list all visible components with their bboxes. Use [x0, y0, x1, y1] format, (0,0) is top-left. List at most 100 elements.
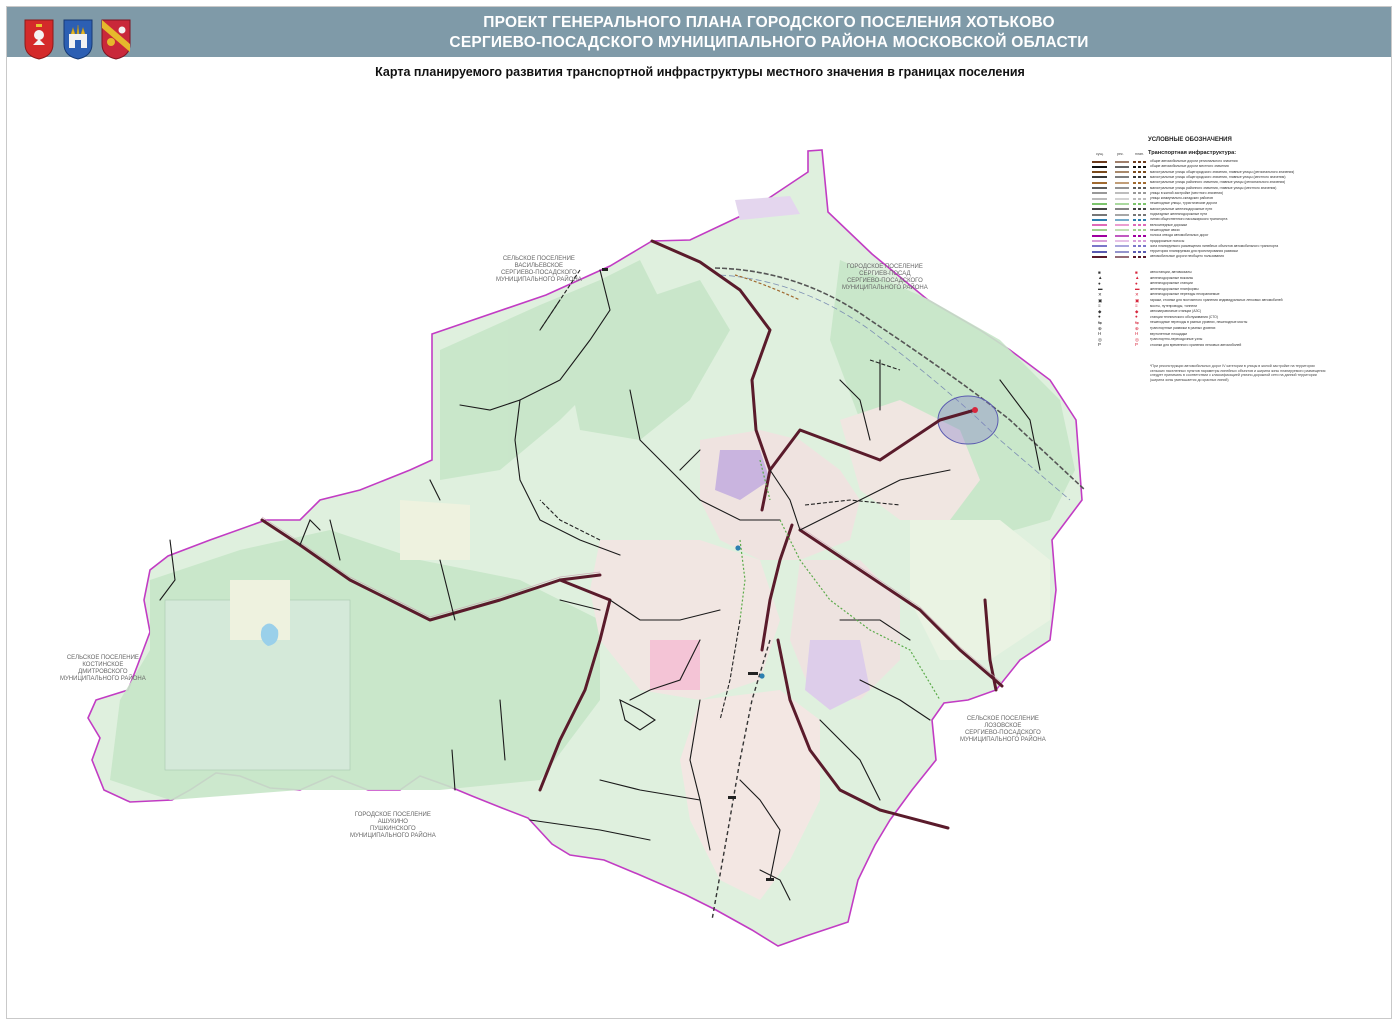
legend-point-icon: ⊕ [1098, 325, 1102, 331]
legend-swatch-existing [1092, 160, 1107, 163]
legend-point-label: железнодорожные переезды неохраняемые [1150, 292, 1220, 297]
legend-swatch-planned [1133, 160, 1147, 163]
legend-swatch-reconstruction [1115, 240, 1129, 242]
legend-point-planned-icon: P [1135, 342, 1139, 348]
legend-point-planned-icon: ⊕ [1135, 325, 1139, 331]
legend-swatch-existing [1092, 171, 1107, 174]
legend-swatch-reconstruction [1115, 171, 1129, 174]
legend-item: магистральные улицы районного значения, … [1092, 180, 1324, 185]
legend-swatch-planned [1133, 245, 1147, 248]
legend-point-icon: ≡ [1098, 303, 1101, 309]
legend-swatch-planned [1133, 165, 1147, 168]
legend-swatch-existing [1092, 229, 1107, 232]
legend-note: *При реконструкции автомобильных дорог I… [1150, 364, 1326, 382]
legend-item: придорожные полосы [1092, 239, 1324, 244]
legend-swatch-planned [1133, 192, 1147, 195]
neighbor-label-kostinskoe: СЕЛЬСКОЕ ПОСЕЛЕНИЕ КОСТИНСКОЕ ДМИТРОВСКО… [60, 655, 146, 682]
legend-point-icon: P [1098, 342, 1102, 348]
legend-item-label: автомобильные дороги необщего пользовани… [1150, 254, 1224, 259]
legend-item: зона планируемого размещения линейных об… [1092, 244, 1324, 249]
neighbor-label-ashukino: ГОРОДСКОЕ ПОСЕЛЕНИЕ АШУКИНО ПУШКИНСКОГО … [350, 812, 436, 839]
legend-swatch-reconstruction [1115, 213, 1129, 216]
legend-point-label: вертолетные площадки [1150, 331, 1187, 336]
legend-swatch-existing [1092, 197, 1107, 200]
legend-point-icon: H [1098, 331, 1102, 337]
legend-swatch-reconstruction [1115, 202, 1129, 205]
legend-point: H Hвертолетные площадки [1092, 331, 1324, 337]
legend-item: магистральные железнодорожные пути [1092, 207, 1324, 212]
legend-point-planned-icon: ■ [1135, 269, 1138, 275]
legend-swatch-existing [1092, 213, 1107, 216]
legend-point-icon: ◆ [1098, 308, 1102, 314]
legend-point-planned-icon: ≡ [1135, 303, 1138, 309]
legend-swatch-existing [1092, 245, 1107, 248]
legend-swatch-planned [1133, 255, 1147, 258]
legend-item: улицы коммунально-складских районов [1092, 196, 1324, 201]
legend-item: линии общественного пассажирского трансп… [1092, 217, 1324, 222]
legend-title: УСЛОВНЫЕ ОБОЗНАЧЕНИЯ [1148, 137, 1232, 143]
legend-swatch-planned [1133, 229, 1147, 232]
legend-swatch-planned [1133, 213, 1147, 216]
legend-swatch-planned [1133, 218, 1147, 221]
legend-swatch-existing [1092, 224, 1107, 227]
planned-interchange-zone [937, 395, 999, 445]
legend-point-planned-icon: ● [1135, 280, 1138, 286]
legend-point-planned-icon: ▬ [1135, 286, 1140, 292]
legend-point: ⇆ ⇆ пешеходные переходы в разных уровнях, … [1092, 320, 1324, 325]
legend-point: P Pстоянки для временного хранения легков… [1092, 342, 1324, 348]
legend-item: территория планируемая для проектировани… [1092, 249, 1324, 254]
legend-swatch-existing [1092, 234, 1107, 237]
legend-swatch-existing [1092, 181, 1107, 184]
neighbor-label-lozovskoe: СЕЛЬСКОЕ ПОСЕЛЕНИЕ ЛОЗОВСКОЕ СЕРГИЕВО-ПО… [960, 716, 1046, 743]
legend-point-label: транспортно-пересадочные узлы [1150, 337, 1203, 342]
legend-point-label: гаражи, стоянки для постоянного хранения… [1150, 298, 1283, 302]
legend-swatch-reconstruction [1115, 250, 1129, 253]
legend-point-planned-icon: ◆ [1135, 308, 1139, 314]
legend-item: пешеходные улицы, туристические дороги [1092, 201, 1324, 206]
legend-item: магистральные улицы общегородского значе… [1092, 170, 1324, 175]
legend-item: полоса отвода автомобильных дорог [1092, 233, 1324, 238]
legend-item: общие автомобильные дороги регионального… [1092, 159, 1324, 164]
map-legend: УСЛОВНЫЕ ОБОЗНАЧЕНИЯ сущ. рек. план. Тра… [1092, 137, 1325, 388]
legend-swatch-reconstruction [1115, 245, 1129, 248]
legend-swatch-existing [1092, 187, 1107, 189]
neighbor-label-vasilyevskoe: СЕЛЬСКОЕ ПОСЕЛЕНИЕ ВАСИЛЬЕВСКОЕ СЕРГИЕВО… [496, 256, 582, 283]
legend-item: общие автомобильные дороги местного знач… [1092, 164, 1324, 169]
legend-point-label: мосты, путепроводы, тоннели [1150, 303, 1197, 308]
legend-swatch-reconstruction [1115, 224, 1129, 227]
legend-point-icon: ◎ [1098, 336, 1102, 342]
legend-point-planned-icon: ◎ [1135, 336, 1139, 342]
legend-swatch-planned [1133, 197, 1147, 200]
legend-point-icon: ⇆ [1098, 319, 1102, 325]
legend-swatch-existing [1092, 250, 1107, 253]
legend-point-label: железнодорожные станции [1150, 281, 1193, 286]
legend-swatch-reconstruction [1115, 176, 1129, 179]
legend-point: ● ● железнодорожные станции [1092, 281, 1324, 286]
legend-swatch-reconstruction [1115, 181, 1129, 184]
legend-point-icon: ▣ [1098, 297, 1103, 303]
legend-swatch-planned [1133, 240, 1147, 242]
legend-point-planned-icon: ✕ [1135, 291, 1139, 297]
legend-swatch-planned [1133, 187, 1147, 189]
legend-swatch-planned [1133, 181, 1147, 184]
legend-point: ◎ ◎ транспортно-пересадочные узлы [1092, 337, 1324, 342]
legend-swatch-reconstruction [1115, 218, 1129, 221]
legend-swatch-reconstruction [1115, 255, 1129, 258]
legend-point: ▬ ▬ железнодорожные платформы [1092, 286, 1324, 292]
legend-point: ⊕ ⊕ транспортные развязки в разных уровнях [1092, 326, 1324, 331]
legend-item: магистральные улицы общегородского значе… [1092, 175, 1324, 180]
legend-point-label: автостанции, автовокзалы [1150, 270, 1192, 274]
legend-swatch-reconstruction [1115, 192, 1129, 195]
legend-swatch-reconstruction [1115, 187, 1129, 189]
legend-point-label: стоянки для временного хранения легковых… [1150, 342, 1242, 347]
legend-swatch-planned [1133, 250, 1147, 253]
legend-point-label: транспортные развязки в разных уровнях [1150, 326, 1216, 330]
legend-col-planned: план. [1135, 152, 1145, 156]
legend-point-planned-icon: ▣ [1135, 297, 1140, 303]
legend-swatch-planned [1133, 208, 1147, 211]
legend-swatch-reconstruction [1115, 160, 1129, 163]
legend-point-planned-icon: ⇆ [1135, 319, 1139, 325]
legend-swatch-existing [1092, 192, 1107, 195]
legend-swatch-planned [1133, 202, 1147, 205]
legend-swatch-reconstruction [1115, 234, 1129, 237]
